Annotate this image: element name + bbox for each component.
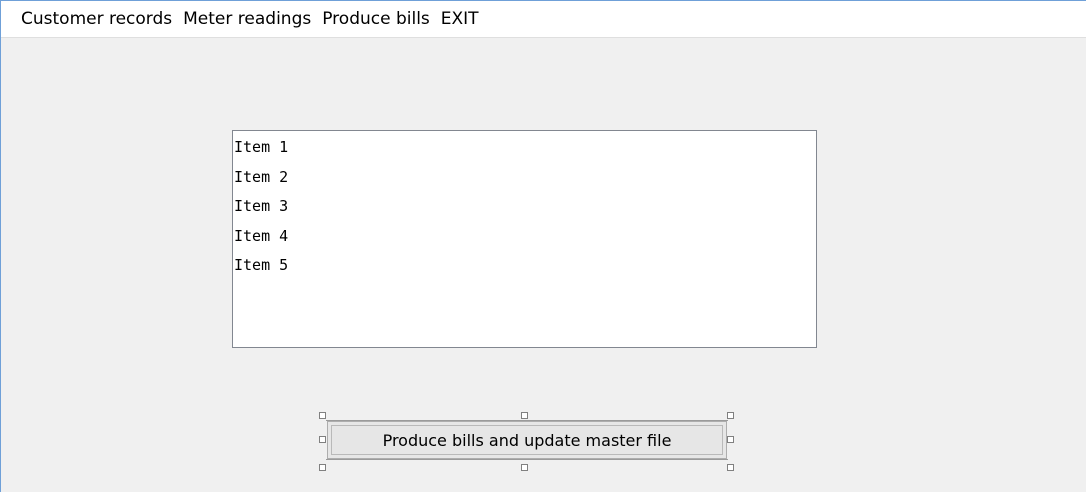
list-item[interactable]: Item 3 bbox=[233, 192, 816, 222]
resize-handle-top-left[interactable] bbox=[319, 412, 326, 419]
items-listbox[interactable]: Item 1 Item 2 Item 3 Item 4 Item 5 bbox=[232, 130, 817, 348]
resize-handle-bottom-left[interactable] bbox=[319, 464, 326, 471]
resize-handle-bottom-right[interactable] bbox=[727, 464, 734, 471]
menu-bar: Customer records Meter readings Produce … bbox=[1, 1, 1086, 38]
list-item[interactable]: Item 2 bbox=[233, 163, 816, 193]
resize-handle-top-center[interactable] bbox=[521, 412, 528, 419]
resize-handle-bottom-center[interactable] bbox=[521, 464, 528, 471]
resize-handle-middle-right[interactable] bbox=[727, 436, 734, 443]
list-item[interactable]: Item 4 bbox=[233, 222, 816, 252]
list-item[interactable]: Item 1 bbox=[233, 133, 816, 163]
produce-bills-button[interactable]: Produce bills and update master file bbox=[327, 421, 727, 459]
form-window: Customer records Meter readings Produce … bbox=[0, 0, 1086, 492]
menu-customer-records[interactable]: Customer records bbox=[21, 9, 172, 29]
menu-produce-bills[interactable]: Produce bills bbox=[322, 9, 430, 29]
menu-meter-readings[interactable]: Meter readings bbox=[183, 9, 311, 29]
selection-guide-bottom bbox=[326, 459, 728, 460]
resize-handle-top-right[interactable] bbox=[727, 412, 734, 419]
menu-exit[interactable]: EXIT bbox=[441, 9, 479, 29]
list-item[interactable]: Item 5 bbox=[233, 251, 816, 281]
resize-handle-middle-left[interactable] bbox=[319, 436, 326, 443]
